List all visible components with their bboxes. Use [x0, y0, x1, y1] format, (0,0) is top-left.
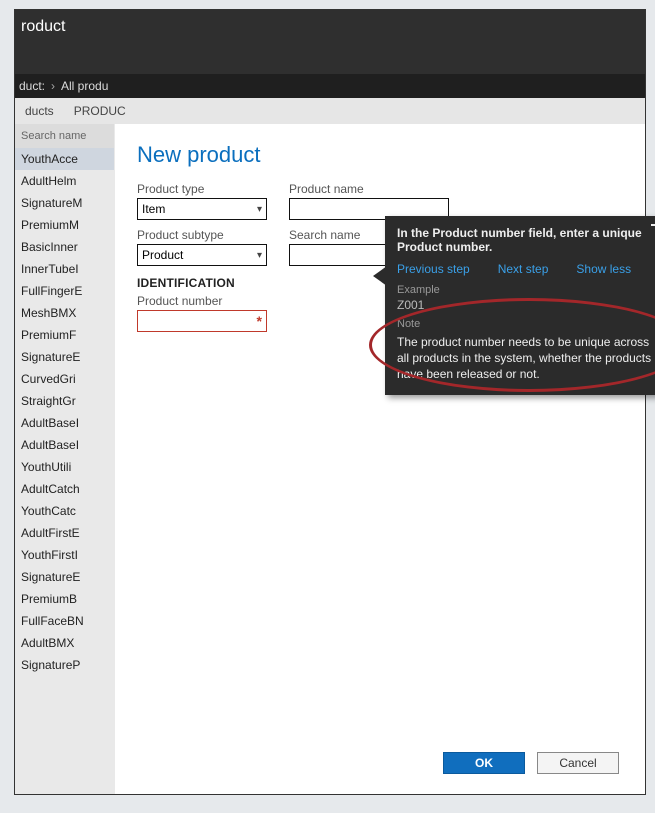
list-item[interactable]: SignatureP	[15, 654, 114, 676]
note-label: Note	[397, 318, 655, 330]
product-name-label: Product name	[289, 182, 449, 196]
help-callout: In the Product number field, enter a uni…	[385, 216, 655, 395]
previous-step-link[interactable]: Previous step	[397, 262, 470, 276]
chevron-down-icon: ▾	[257, 204, 262, 215]
list-item[interactable]: PremiumF	[15, 324, 114, 346]
breadcrumb-part[interactable]: duct:	[19, 79, 45, 93]
list-item[interactable]: AdultFirstE	[15, 522, 114, 544]
callout-headline: In the Product number field, enter a uni…	[397, 226, 655, 254]
list-item[interactable]: YouthCatc	[15, 500, 114, 522]
collapse-icon[interactable]	[651, 224, 655, 226]
product-type-value: Item	[142, 202, 165, 216]
example-value: Z001	[397, 298, 655, 312]
product-list: Search name YouthAcceAdultHelmSignatureM…	[15, 124, 115, 794]
product-number-input[interactable]: *	[137, 310, 267, 332]
example-label: Example	[397, 284, 655, 296]
list-item[interactable]: AdultCatch	[15, 478, 114, 500]
list-item[interactable]: FullFingerE	[15, 280, 114, 302]
breadcrumb-part[interactable]: All produ	[61, 79, 108, 93]
product-subtype-label: Product subtype	[137, 228, 267, 242]
list-item[interactable]: AdultBaseI	[15, 412, 114, 434]
ok-button[interactable]: OK	[443, 752, 525, 774]
list-item[interactable]: SignatureM	[15, 192, 114, 214]
product-number-label: Product number	[137, 294, 267, 308]
app-subheader	[15, 44, 645, 74]
list-item[interactable]: BasicInner	[15, 236, 114, 258]
tab-product[interactable]: PRODUC	[64, 104, 136, 118]
note-body: The product number needs to be unique ac…	[397, 334, 655, 383]
list-item[interactable]: YouthUtili	[15, 456, 114, 478]
list-item[interactable]: SignatureE	[15, 566, 114, 588]
list-item[interactable]: AdultBMX	[15, 632, 114, 654]
new-product-panel: New product Product type Item ▾ Product …	[115, 124, 645, 794]
list-item[interactable]: AdultHelm	[15, 170, 114, 192]
chevron-down-icon: ▾	[257, 250, 262, 261]
chevron-right-icon: ›	[51, 79, 55, 93]
breadcrumb: duct: › All produ	[15, 74, 645, 98]
panel-title: New product	[137, 142, 623, 168]
product-subtype-value: Product	[142, 248, 183, 262]
cancel-button[interactable]: Cancel	[537, 752, 619, 774]
list-item[interactable]: AdultBaseI	[15, 434, 114, 456]
list-item[interactable]: CurvedGri	[15, 368, 114, 390]
callout-pointer-icon	[373, 266, 387, 286]
list-item[interactable]: YouthAcce	[15, 148, 114, 170]
list-item[interactable]: InnerTubeI	[15, 258, 114, 280]
list-item[interactable]: PremiumM	[15, 214, 114, 236]
show-less-link[interactable]: Show less	[576, 262, 631, 276]
app-header: roduct	[15, 10, 645, 44]
next-step-link[interactable]: Next step	[498, 262, 549, 276]
product-type-label: Product type	[137, 182, 267, 196]
app-title: roduct	[21, 18, 65, 36]
product-type-select[interactable]: Item ▾	[137, 198, 267, 220]
required-asterisk-icon: *	[257, 313, 262, 329]
product-subtype-select[interactable]: Product ▾	[137, 244, 267, 266]
list-item[interactable]: YouthFirstI	[15, 544, 114, 566]
column-header-search-name[interactable]: Search name	[15, 124, 114, 148]
tab-bar: ducts PRODUC	[15, 98, 645, 124]
list-item[interactable]: MeshBMX	[15, 302, 114, 324]
list-item[interactable]: SignatureE	[15, 346, 114, 368]
tab-products[interactable]: ducts	[15, 104, 64, 118]
list-item[interactable]: StraightGr	[15, 390, 114, 412]
list-item[interactable]: PremiumB	[15, 588, 114, 610]
list-item[interactable]: FullFaceBN	[15, 610, 114, 632]
